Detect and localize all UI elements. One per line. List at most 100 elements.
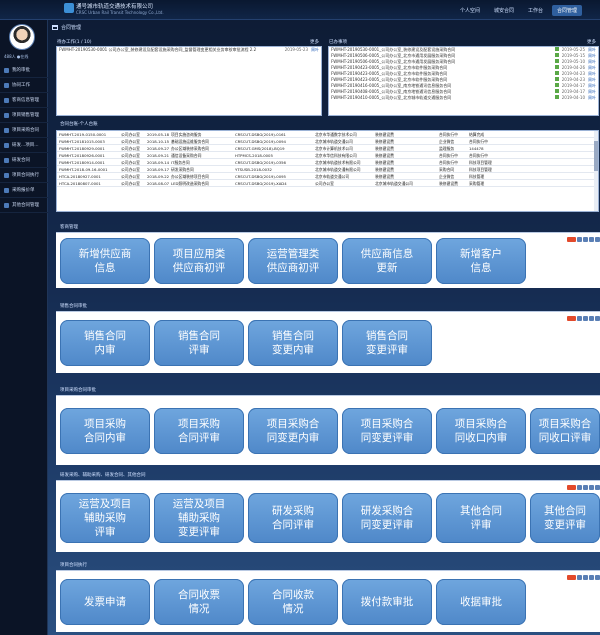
sidebar-item-rd-contract[interactable]: 研发合同 xyxy=(0,153,48,168)
table-row[interactable]: FWMHT-20180914-0001 公司办公室 2018-09-14 IT服务合同… xyxy=(57,159,598,166)
table-row[interactable]: HTCA-20180807-0001 公司办公室 2018-08-07 LED照明改造… xyxy=(57,180,598,187)
status-flag-icon xyxy=(554,77,559,81)
tile-proc-change-review[interactable]: 项目采购合 同变更评审 xyxy=(342,408,432,454)
tile-new-customer[interactable]: 新增客户 信息 xyxy=(436,238,526,284)
toolbar-icons xyxy=(567,237,600,242)
top-bar: 通号城市轨道交通技术有限公司 CRSC Urban Rail Transit T… xyxy=(0,0,600,20)
user-status: 488人 ●在线 xyxy=(4,54,29,59)
section-execution: 发票申请 合同收票 情况 合同收款 情况 拨付款审批 收据审批 xyxy=(56,570,600,632)
todo-panel-title: 待办工作(1 / 10) xyxy=(57,40,92,45)
sidebar-item-label: 项目采购合同 xyxy=(12,128,39,133)
tile-sales-internal-review[interactable]: 销售合同 内审 xyxy=(60,320,150,366)
tile-sales-review[interactable]: 销售合同 评审 xyxy=(154,320,244,366)
nav-contract-management[interactable]: 合同管理 xyxy=(551,5,582,16)
status-flag-icon xyxy=(554,83,559,87)
section-label-procurement: 项目采购合同审批 xyxy=(60,388,96,393)
section-rd: 运营及项目 辅助采购 评审 运营及项目 辅助采购 变更评审 研发采购 合同评审 … xyxy=(56,480,600,552)
menu-icon xyxy=(4,187,9,193)
company-name-en: CRSC Urban Rail Transit Technology Co.,L… xyxy=(76,10,164,15)
tool-icon xyxy=(583,485,588,490)
sidebar-item-label: 采购报价单 xyxy=(12,188,35,193)
section-label-execution: 项目合同执行 xyxy=(60,563,87,568)
menu-icon xyxy=(4,142,9,148)
list-item[interactable]: FWMHT-20190410-0005_公司办公室_北京城市轨道交通服务合同 20… xyxy=(329,95,598,101)
ledger-title: 合同台账-个人台账 xyxy=(60,122,98,127)
sidebar-item-label: 研发...项目... xyxy=(12,143,39,148)
section-label-sales: 销售合同审批 xyxy=(60,304,87,309)
sidebar-item-project-procurement[interactable]: 项目采购合同 xyxy=(0,123,48,138)
tile-receipt-approval[interactable]: 收据审批 xyxy=(436,579,526,625)
tile-proc-close-internal[interactable]: 项目采购合 同收口内审 xyxy=(436,408,526,454)
sidebar-item-other-contracts[interactable]: 其他合同管理 xyxy=(0,198,48,213)
sidebar-item-label: 项目合同执行 xyxy=(12,173,39,178)
tile-project-supplier-eval[interactable]: 项目应用类 供应商初评 xyxy=(154,238,244,284)
menu-icon xyxy=(4,202,9,208)
tile-invoice-received[interactable]: 合同收票 情况 xyxy=(154,579,244,625)
tool-icon xyxy=(577,237,582,242)
table-row[interactable]: FWMHT-2019-0150-0001 公司办公室 2019-05-18 项目实施咨… xyxy=(57,131,598,138)
tile-other-contract-change[interactable]: 其他合同 变更评审 xyxy=(530,493,600,543)
sidebar-item-contract-execution[interactable]: 项目合同执行 xyxy=(0,168,48,183)
section-sales: 销售合同 内审 销售合同 评审 销售合同 变更内审 销售合同 变更评审 xyxy=(56,311,600,373)
sidebar-item-collaboration[interactable]: 协同工作 xyxy=(0,78,48,93)
main-area: 合同管理 待办工作(1 / 10) 更多 FWMHT-20190530-0001… xyxy=(48,20,600,635)
sidebar: 488人 ●在线 我的审批 协同工作 客商信息管理 项目销售管理 项目采购合同 … xyxy=(0,20,48,635)
menu-icon xyxy=(4,97,9,103)
sidebar-item-rd-project[interactable]: 研发...项目... xyxy=(0,138,48,153)
table-row[interactable]: FWMHT-2018-09-16-0001 公司办公室 2018-09-17 研发采购… xyxy=(57,166,598,173)
tile-proc-change-internal[interactable]: 项目采购合 同变更内审 xyxy=(248,408,338,454)
home-icon[interactable] xyxy=(52,25,58,30)
tile-rd-proc-change[interactable]: 研发采购合 同变更评审 xyxy=(342,493,432,543)
sidebar-item-supplier-info[interactable]: 客商信息管理 xyxy=(0,93,48,108)
sogou-ime-icon xyxy=(567,237,576,242)
tile-ops-supplier-eval[interactable]: 运营管理类 供应商初评 xyxy=(248,238,338,284)
status-flag-icon xyxy=(554,65,559,69)
tile-supplier-update[interactable]: 供应商信息 更新 xyxy=(342,238,432,284)
tile-proc-review[interactable]: 项目采购 合同评审 xyxy=(154,408,244,454)
tile-rd-proc-review[interactable]: 研发采购 合同评审 xyxy=(248,493,338,543)
todo-more-link[interactable]: 更多 xyxy=(310,39,319,45)
tool-icon xyxy=(589,316,594,321)
tool-icon xyxy=(583,575,588,580)
sidebar-item-project-sales[interactable]: 项目销售管理 xyxy=(0,108,48,123)
done-panel: 已办事项 更多 FWMHT-20190530-0001_公司办公室_装修建设及配… xyxy=(328,40,599,116)
company-name: 通号城市轨道交通技术有限公司 xyxy=(76,4,154,10)
tool-icon xyxy=(595,237,600,242)
scrollbar-thumb[interactable] xyxy=(594,141,598,171)
tool-icon xyxy=(577,485,582,490)
table-scrollbar[interactable] xyxy=(594,131,598,211)
tool-icon xyxy=(589,575,594,580)
tile-proc-internal-review[interactable]: 项目采购 合同内审 xyxy=(60,408,150,454)
table-row[interactable]: FWMHT-20180929-0001 公司办公室 2018-09-27 办公区域装修… xyxy=(57,145,598,152)
nav-personal-space[interactable]: 个人空间 xyxy=(455,5,485,16)
tile-invoice-request[interactable]: 发票申请 xyxy=(60,579,150,625)
menu-icon xyxy=(4,112,9,118)
tool-icon xyxy=(583,237,588,242)
sidebar-item-quotation[interactable]: 采购报价单 xyxy=(0,183,48,198)
tile-other-contract-review[interactable]: 其他合同 评审 xyxy=(436,493,526,543)
tile-disbursement-approval[interactable]: 拨付款审批 xyxy=(342,579,432,625)
tile-sales-change-review[interactable]: 销售合同 变更评审 xyxy=(342,320,432,366)
company-logo-icon xyxy=(64,3,74,13)
list-item[interactable]: FWMHT-20190530-0001 公司办公室_装修建设及配套设施采购合同_… xyxy=(57,47,321,53)
tool-icon xyxy=(577,575,582,580)
table-row[interactable]: FWMHT-20181015-0003 公司办公室 2018-10-15 基础设施运维… xyxy=(57,138,598,145)
nav-workbench[interactable]: 工作台 xyxy=(523,5,548,16)
sidebar-item-my-approval[interactable]: 我的审批 xyxy=(0,63,48,78)
tile-ops-aux-proc-review[interactable]: 运营及项目 辅助采购 评审 xyxy=(60,493,150,543)
section-label-rd: 研发采购、辅助采购、研发合同、其他合同 xyxy=(60,473,146,478)
avatar[interactable] xyxy=(9,24,35,50)
section-procurement: 项目采购 合同内审 项目采购 合同评审 项目采购合 同变更内审 项目采购合 同变… xyxy=(56,395,600,465)
nav-contract-safety[interactable]: 城安合同 xyxy=(489,5,519,16)
tool-icon xyxy=(595,575,600,580)
menu-icon xyxy=(4,127,9,133)
tile-sales-change-internal[interactable]: 销售合同 变更内审 xyxy=(248,320,338,366)
tile-payment-received[interactable]: 合同收款 情况 xyxy=(248,579,338,625)
table-row[interactable]: HTCA-20180927-0001 公司办公室 2018-09-22 办公区域装修项… xyxy=(57,173,598,180)
status-flag-icon xyxy=(554,47,559,51)
table-row[interactable]: FWMHT-20180926-0001 公司办公室 2018-09-21 通信设备采购… xyxy=(57,152,598,159)
done-more-link[interactable]: 更多 xyxy=(587,39,596,45)
tile-ops-aux-proc-change[interactable]: 运营及项目 辅助采购 变更评审 xyxy=(154,493,244,543)
tile-proc-close-review[interactable]: 项目采购合 同收口评审 xyxy=(530,408,600,454)
tile-new-supplier[interactable]: 新增供应商 信息 xyxy=(60,238,150,284)
